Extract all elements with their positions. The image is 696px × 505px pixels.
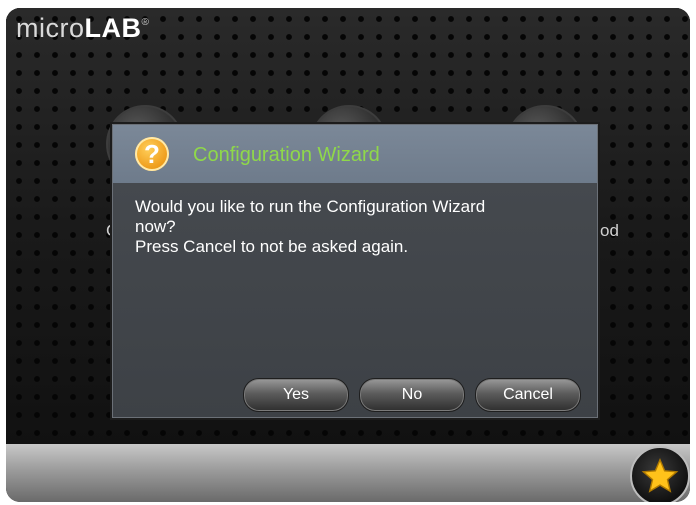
message-line: Would you like to run the Configuration … bbox=[135, 197, 486, 216]
bottom-toolbar bbox=[6, 444, 690, 502]
no-button[interactable]: No bbox=[359, 378, 465, 412]
message-line: now? bbox=[135, 217, 176, 236]
yes-button[interactable]: Yes bbox=[243, 378, 349, 412]
configuration-wizard-dialog: ? Configuration Wizard Would you like to… bbox=[112, 124, 598, 418]
cancel-button[interactable]: Cancel bbox=[475, 378, 581, 412]
microlab-logo: microLAB® bbox=[16, 13, 149, 44]
dialog-title: Configuration Wizard bbox=[193, 144, 380, 166]
dialog-message: Would you like to run the Configuration … bbox=[135, 197, 575, 257]
star-icon bbox=[641, 458, 679, 493]
logo-bold-text: LAB bbox=[84, 13, 142, 43]
message-line: Press Cancel to not be asked again. bbox=[135, 237, 409, 256]
background-label-right: od bbox=[600, 221, 619, 240]
help-icon: ? bbox=[135, 137, 169, 171]
favorites-button[interactable] bbox=[630, 446, 690, 502]
device-screen: microLAB® C od ? Configuration Wizard Wo… bbox=[6, 8, 690, 502]
dialog-header: ? Configuration Wizard bbox=[113, 125, 597, 183]
registered-mark: ® bbox=[141, 17, 150, 28]
logo-light-text: micro bbox=[16, 13, 85, 43]
